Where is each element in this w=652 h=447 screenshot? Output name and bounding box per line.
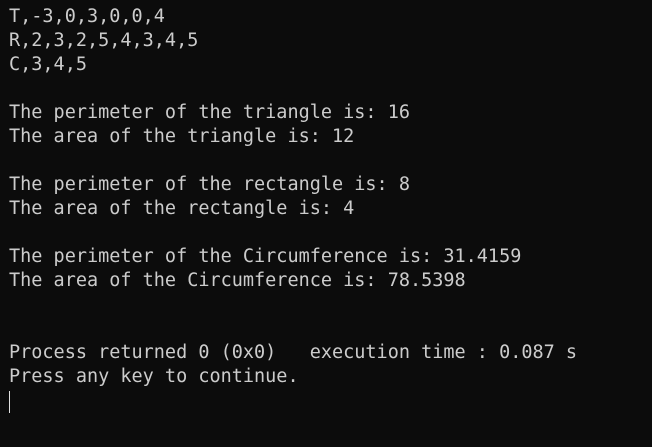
- triangle-area-output: The area of the triangle is: 12: [9, 126, 355, 147]
- rectangle-perimeter-output: The perimeter of the rectangle is: 8: [9, 174, 410, 195]
- console-window[interactable]: T,-3,0,3,0,0,4 R,2,3,2,5,4,3,4,5 C,3,4,5…: [0, 0, 652, 447]
- input-cursor-line[interactable]: [9, 389, 652, 413]
- input-line-triangle: T,-3,0,3,0,0,4: [9, 6, 165, 27]
- press-any-key-prompt: Press any key to continue.: [9, 366, 299, 387]
- input-line-rectangle: R,2,3,2,5,4,3,4,5: [9, 30, 199, 51]
- triangle-perimeter-output: The perimeter of the triangle is: 16: [9, 102, 410, 123]
- input-line-circle: C,3,4,5: [9, 54, 87, 75]
- rectangle-area-output: The area of the rectangle is: 4: [9, 198, 355, 219]
- process-returned-status: Process returned 0 (0x0) execution time …: [9, 342, 578, 363]
- text-cursor: [9, 391, 10, 413]
- circumference-perimeter-output: The perimeter of the Circumference is: 3…: [9, 246, 522, 267]
- circumference-area-output: The area of the Circumference is: 78.539…: [9, 270, 466, 291]
